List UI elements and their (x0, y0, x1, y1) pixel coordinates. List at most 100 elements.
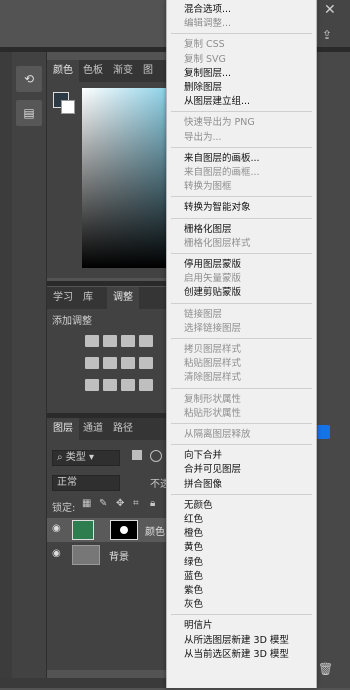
background-color-swatch[interactable] (61, 100, 75, 114)
menu-item[interactable]: 从当前选区新建 3D 模型 (184, 648, 289, 661)
layers-panel-tabs: 图层 通道 路径 (47, 418, 166, 440)
adjustments-panel: 添加调整 (47, 309, 166, 413)
menu-separator (171, 111, 312, 113)
menu-item: 复制形状属性 (184, 393, 242, 405)
menu-item: 编辑调整... (184, 18, 232, 30)
menu-item: 清除图层样式 (184, 372, 242, 384)
layer-mask-thumbnail[interactable] (110, 520, 138, 540)
trash-icon[interactable]: 🗑︎ (318, 662, 333, 676)
menu-item[interactable]: 橙色 (184, 527, 203, 540)
vibrance-icon[interactable] (85, 357, 99, 369)
eye-icon[interactable]: ◉ (52, 548, 61, 559)
panel-toggle-icon[interactable] (316, 425, 330, 439)
menu-separator (171, 196, 312, 198)
menu-separator (171, 146, 312, 148)
filter-kind-value: 类型 (65, 452, 86, 463)
lock-label: 锁定: (52, 503, 76, 514)
gradient-map-icon[interactable] (139, 379, 153, 391)
status-bar (0, 678, 166, 688)
right-strip (314, 52, 350, 688)
filter-pixel-icon[interactable] (132, 450, 142, 460)
menu-item[interactable]: 合并可见图层 (184, 463, 241, 476)
menu-separator (171, 33, 312, 35)
curves-icon[interactable] (121, 335, 135, 347)
menu-item[interactable]: 栅格化图层 (184, 223, 232, 236)
invert-icon[interactable] (85, 379, 99, 391)
layer-context-menu: 混合选项... 编辑调整... 复制 CSS 复制 SVG 复制图层... 删除图层 从图层… (166, 0, 317, 688)
posterize-icon[interactable] (103, 379, 117, 391)
history-icon[interactable]: ⟲ (16, 66, 42, 92)
layer-name[interactable]: 背景 (109, 548, 129, 563)
menu-item[interactable]: 从图层建立组... (184, 95, 250, 108)
menu-item[interactable]: 无颜色 (184, 499, 213, 512)
menu-item: 启用矢量蒙版 (184, 273, 242, 285)
black-white-icon[interactable] (139, 357, 153, 369)
menu-item[interactable]: 从所选图层新建 3D 模型 (184, 634, 289, 647)
menu-item[interactable]: 来自图层的画板... (184, 152, 260, 165)
menu-item: 从隔离图层释放 (184, 429, 251, 440)
lock-all-icon[interactable]: 🔒︎ (150, 498, 155, 509)
menu-item[interactable]: 蓝色 (184, 570, 203, 583)
tab-swatches[interactable]: 色板 (77, 60, 109, 82)
adjust-panel-title: 添加调整 (52, 316, 92, 327)
tab-learn[interactable]: 学习 (47, 287, 79, 309)
menu-separator (171, 614, 312, 616)
menu-item[interactable]: 向下合并 (184, 449, 222, 462)
lock-move-icon[interactable]: ✥ (116, 498, 124, 509)
threshold-icon[interactable] (121, 379, 135, 391)
blend-mode-select[interactable]: 正常 (52, 475, 120, 491)
tab-gradients[interactable]: 渐变 (107, 60, 139, 82)
exposure-icon[interactable] (139, 335, 153, 347)
tab-patterns[interactable]: 图案 (137, 60, 166, 98)
menu-item[interactable]: 转换为智能对象 (184, 201, 251, 214)
menu-item[interactable]: 灰色 (184, 598, 203, 611)
menu-item[interactable]: 复制图层... (184, 67, 231, 80)
menu-item[interactable]: 紫色 (184, 584, 203, 597)
tab-channels[interactable]: 通道 (77, 418, 109, 440)
menu-item: 栅格化图层样式 (184, 237, 251, 249)
lock-transparent-icon[interactable]: ▦ (82, 498, 91, 509)
tab-color[interactable]: 颜色 (47, 60, 79, 82)
lock-brush-icon[interactable]: ✎ (99, 498, 107, 509)
menu-item: 快速导出为 PNG (184, 117, 255, 129)
levels-icon[interactable] (103, 335, 117, 347)
tab-paths[interactable]: 路径 (107, 418, 139, 440)
menu-item[interactable]: 明信片 (184, 619, 213, 632)
layer-name[interactable]: 颜色 (145, 523, 165, 538)
color-balance-icon[interactable] (121, 357, 135, 369)
hue-saturation-icon[interactable] (103, 357, 117, 369)
close-icon[interactable]: ✕ (324, 2, 336, 18)
menu-item[interactable]: 黄色 (184, 541, 203, 554)
tab-libraries[interactable]: 库 (77, 287, 99, 309)
menu-item[interactable]: 红色 (184, 513, 203, 526)
menu-item: 粘贴形状属性 (184, 407, 242, 419)
search-icon: ⌕ (57, 452, 66, 463)
color-picker-field[interactable] (82, 88, 166, 268)
menu-separator (171, 217, 312, 219)
share-icon[interactable]: ⇪ (322, 28, 332, 42)
menu-item[interactable]: 停用图层蒙版 (184, 258, 241, 271)
filter-adjust-icon[interactable] (150, 450, 162, 462)
menu-item: 拷贝图层样式 (184, 344, 242, 355)
tab-adjustments[interactable]: 调整 (107, 287, 139, 309)
eye-icon[interactable]: ◉ (52, 523, 61, 534)
menu-separator (171, 253, 312, 254)
menu-item[interactable]: 删除图层 (184, 81, 222, 94)
menu-separator (171, 493, 312, 495)
menu-item[interactable]: 混合选项... (184, 3, 231, 16)
menu-item: 复制 CSS (184, 39, 225, 51)
tab-layers[interactable]: 图层 (47, 418, 79, 440)
brightness-icon[interactable] (85, 335, 99, 347)
panel-icon-strip: ⟲ ▤ (12, 52, 47, 688)
menu-item: 导出为... (184, 131, 222, 143)
properties-icon[interactable]: ▤ (16, 100, 42, 126)
layer-filter-select[interactable]: ⌕ 类型 ▾ (52, 450, 120, 466)
menu-item: 转换为图框 (184, 181, 232, 193)
menu-item[interactable]: 创建剪贴蒙版 (184, 286, 241, 299)
menu-item: 来自图层的画框... (184, 167, 260, 178)
blend-mode-value: 正常 (57, 477, 77, 488)
menu-item[interactable]: 拼合图像 (184, 478, 222, 491)
menu-separator (171, 387, 312, 389)
menu-item[interactable]: 绿色 (184, 556, 203, 569)
lock-artboard-icon[interactable]: ⌗ (133, 498, 139, 509)
